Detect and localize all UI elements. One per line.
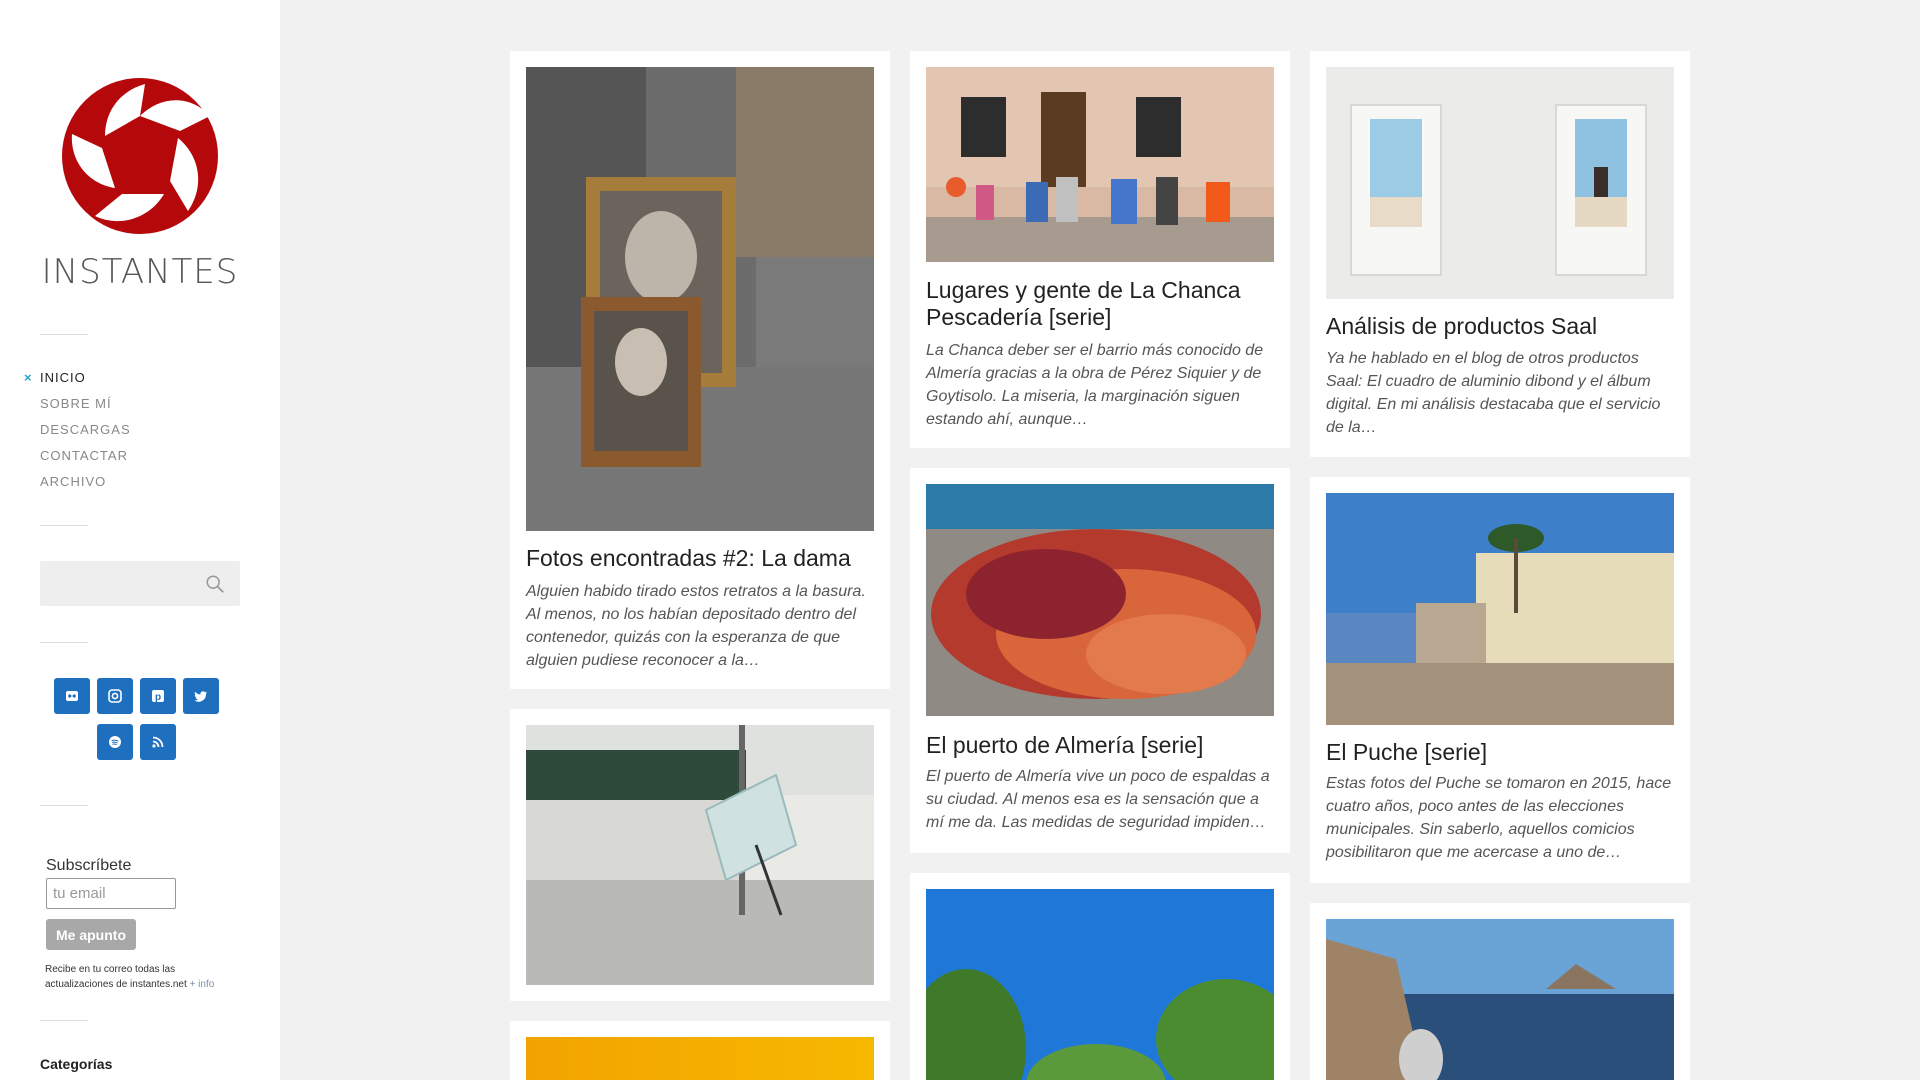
post-excerpt: Alguien habido tirado estos retratos a l… [526,583,866,669]
post-card[interactable]: El Puche [serie] Estas fotos del Puche s… [1310,477,1690,883]
post-thumbnail[interactable] [526,1037,874,1080]
nav-item-label: ARCHIVO [40,474,107,489]
post-title[interactable]: El puerto de Almería [serie] [926,732,1276,759]
email-field[interactable] [46,878,176,909]
post-thumbnail[interactable] [926,67,1274,262]
post-card[interactable]: El puerto de Almería [serie] El puerto d… [910,468,1290,853]
post-card[interactable] [510,709,890,1001]
subscribe-button[interactable]: Me apunto [46,919,136,950]
post-card[interactable] [510,1021,890,1080]
post-excerpt: Ya he hablado en el blog de otros produc… [1326,350,1661,436]
sidebar: INSTANTES × INICIO SOBRE MÍ DESCARGAS CO… [0,0,280,1080]
post-thumbnail[interactable] [1326,493,1674,725]
subscribe-note: Recibe en tu correo todas las actualizac… [45,962,235,992]
post-excerpt: La Chanca deber ser el barrio más conoci… [926,342,1264,428]
nav-item-descargas[interactable]: DESCARGAS [40,421,131,447]
pinterest-icon[interactable]: p [140,678,176,714]
post-title[interactable]: Fotos encontradas #2: La dama [526,545,876,572]
main-nav: × INICIO SOBRE MÍ DESCARGAS CONTACTAR AR… [24,369,131,499]
subscribe-note-text: Recibe en tu correo todas las actualizac… [45,964,187,990]
divider [40,642,88,643]
more-info-link[interactable]: + info [190,979,215,990]
site-title[interactable]: INSTANTES [0,252,280,292]
post-excerpt: El puerto de Almería vive un poco de esp… [926,768,1270,831]
instagram-icon[interactable] [97,678,133,714]
post-title[interactable]: Análisis de productos Saal [1326,313,1676,340]
post-card[interactable]: Lugares y gente de La Chanca Pescadería … [910,51,1290,448]
subscribe-label: Subscríbete [46,857,132,874]
nav-item-label: INICIO [40,370,86,385]
post-thumbnail[interactable] [926,484,1274,716]
divider [40,525,88,526]
post-excerpt: Estas fotos del Puche se tomaron en 2015… [1326,775,1672,861]
divider [40,1020,88,1021]
post-thumbnail[interactable] [1326,919,1674,1080]
nav-item-sobre-mi[interactable]: SOBRE MÍ [40,395,131,421]
post-title[interactable]: Lugares y gente de La Chanca Pescadería … [926,277,1276,331]
divider [40,334,88,335]
spotify-icon[interactable] [97,724,133,760]
post-title[interactable]: El Puche [serie] [1326,739,1676,766]
site-logo-icon[interactable] [60,76,220,236]
nav-item-contactar[interactable]: CONTACTAR [40,447,131,473]
active-marker-icon: × [24,370,33,385]
flickr-icon[interactable] [54,678,90,714]
nav-item-label: CONTACTAR [40,448,128,463]
post-card[interactable] [1310,903,1690,1080]
search-input[interactable] [40,561,240,606]
nav-item-label: DESCARGAS [40,422,131,437]
nav-item-inicio[interactable]: × INICIO [24,369,131,395]
twitter-icon[interactable] [183,678,219,714]
post-card[interactable] [910,873,1290,1080]
post-thumbnail[interactable] [926,889,1274,1080]
rss-icon[interactable] [140,724,176,760]
divider [40,805,88,806]
svg-text:p: p [155,692,161,703]
post-card[interactable]: Fotos encontradas #2: La dama Alguien ha… [510,51,890,689]
categories-heading: Categorías [40,1056,113,1072]
post-thumbnail[interactable] [526,725,874,985]
post-thumbnail[interactable] [1326,67,1674,299]
post-thumbnail[interactable] [526,67,874,531]
nav-item-label: SOBRE MÍ [40,396,112,411]
search-icon[interactable] [204,573,226,595]
post-card[interactable]: Análisis de productos Saal Ya he hablado… [1310,51,1690,457]
nav-item-archivo[interactable]: ARCHIVO [40,473,131,499]
